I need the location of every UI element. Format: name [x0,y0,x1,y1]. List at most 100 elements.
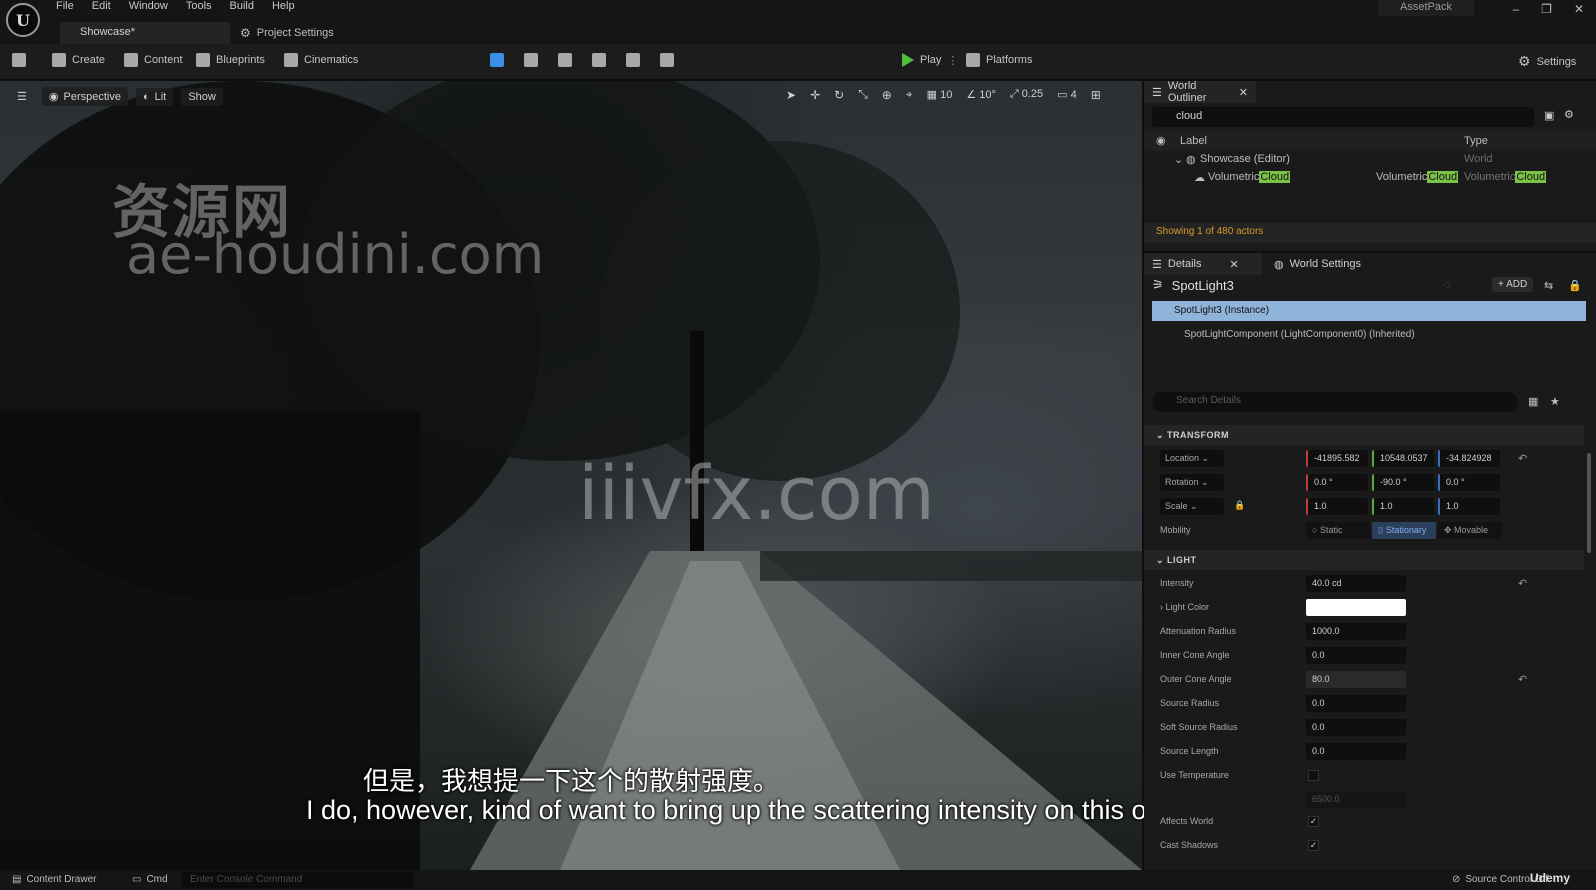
select-mode-icon[interactable] [490,53,504,67]
favorite-star-icon[interactable]: ★ [1550,395,1560,408]
reset-location-icon[interactable]: ↶ [1518,452,1527,465]
intensity-field[interactable]: 40.0 cd [1306,575,1406,592]
location-dropdown[interactable]: Location ⌄ [1160,450,1224,467]
paint-mode-icon[interactable] [592,53,606,67]
folder-add-icon[interactable]: ▣ [1544,109,1554,122]
visibility-eye-icon[interactable]: ◉ [1156,134,1166,147]
details-search-input[interactable]: Search Details [1152,392,1518,412]
soft-source-radius-field[interactable]: 0.0 [1306,719,1406,736]
location-z[interactable]: -34.824928 [1438,450,1500,467]
tab-world-outliner[interactable]: ☰ World Outliner ✕ [1144,80,1256,104]
scale-lock-icon[interactable]: 🔒 [1234,500,1245,511]
section-light[interactable]: ⌄ LIGHT [1144,550,1584,570]
details-scrollbar[interactable] [1587,453,1591,553]
content-drawer-button[interactable]: ▤ Content Drawer [12,874,96,885]
attenuation-radius-field[interactable]: 1000.0 [1306,623,1406,640]
cast-shadows-checkbox[interactable]: ✓ [1308,840,1319,851]
menu-help[interactable]: Help [272,0,295,13]
rotation-snap-button[interactable]: ∠ 10° [966,88,996,101]
play-options-icon[interactable]: ⋮ [947,54,958,67]
scale-tool-icon[interactable]: ⤡ [858,87,868,102]
surface-snap-icon[interactable]: ⌖ [906,87,913,102]
col-type[interactable]: Type [1464,135,1488,147]
source-length-field[interactable]: 0.0 [1306,743,1406,760]
grid-snap-button[interactable]: ▦ 10 [927,88,953,101]
blueprint-icon[interactable]: ◌ [1444,279,1451,291]
location-x[interactable]: -41895.582 [1306,450,1368,467]
component-row-spotlight[interactable]: SpotLightComponent (LightComponent0) (In… [1184,329,1415,340]
blueprints-button[interactable]: Blueprints [196,53,265,67]
select-tool-icon[interactable]: ➤ [786,88,796,102]
outer-cone-angle-field[interactable]: 80.0 [1306,671,1406,688]
outliner-settings-icon[interactable]: ⚙ [1564,108,1574,121]
tab-project-settings[interactable]: ⚙ Project Settings [236,22,338,44]
close-details-tab-icon[interactable]: ✕ [1230,258,1239,271]
light-color-swatch[interactable] [1306,599,1406,616]
close-window-icon[interactable]: ✕ [1574,2,1584,16]
rotate-tool-icon[interactable]: ↻ [834,88,844,102]
expand-chevron-icon[interactable]: ⌄ [1174,153,1183,166]
tab-showcase-level[interactable]: Showcase* [60,22,230,44]
tree-row-world[interactable]: ⌄ ◍ Showcase (Editor) World [1144,153,1596,170]
menu-file[interactable]: File [56,0,74,13]
col-label[interactable]: Label [1180,135,1207,147]
level-viewport[interactable]: ☰ ◉ Perspective ◐ Lit Show ➤ ✛ ↻ ⤡ ⊕ ⌖ ▦… [0,81,1142,870]
console-command-input[interactable]: Enter Console Command [182,872,414,888]
scale-y[interactable]: 1.0 [1372,498,1434,515]
reset-intensity-icon[interactable]: ↶ [1518,577,1527,590]
tab-details[interactable]: ☰ Details ✕ [1144,253,1262,275]
unreal-logo-icon[interactable]: U [6,3,40,37]
create-button[interactable]: Create [52,53,105,67]
mobility-static[interactable]: ○ Static [1306,522,1370,539]
translate-tool-icon[interactable]: ✛ [810,88,820,102]
modeling-mode-icon[interactable] [660,53,674,67]
use-temperature-checkbox[interactable] [1308,770,1319,781]
fracture-mode-icon[interactable] [626,53,640,67]
perspective-button[interactable]: ◉ Perspective [41,87,128,106]
landscape-mode-icon[interactable] [524,53,538,67]
restore-icon[interactable]: ❐ [1541,2,1552,16]
rotation-z[interactable]: 0.0 ° [1438,474,1500,491]
foliage-mode-icon[interactable] [558,53,572,67]
viewport-menu-button[interactable]: ☰ [10,87,34,106]
section-transform[interactable]: ⌄ TRANSFORM [1144,425,1584,445]
menu-build[interactable]: Build [230,0,254,13]
blueprint-convert-icon[interactable]: ⇆ [1544,279,1553,292]
tab-world-settings[interactable]: ◍ World Settings [1266,253,1369,275]
cinematics-button[interactable]: Cinematics [284,53,358,67]
save-button[interactable] [12,53,26,67]
location-y[interactable]: 10548.0537 [1372,450,1434,467]
affects-world-checkbox[interactable]: ✓ [1308,816,1319,827]
tree-row-volumetric-cloud[interactable]: ☁ VolumetricCloud VolumetricCloud Volume… [1144,171,1596,188]
inner-cone-angle-field[interactable]: 0.0 [1306,647,1406,664]
settings-button[interactable]: ⚙ Settings [1518,53,1576,70]
cmd-button[interactable]: ▭ Cmd [132,874,168,885]
platforms-button[interactable]: Platforms [966,53,1032,67]
rotation-x[interactable]: 0.0 ° [1306,474,1368,491]
play-button[interactable]: Play ⋮ [902,53,958,67]
grid-view-icon[interactable]: ▦ [1528,395,1538,408]
rotation-dropdown[interactable]: Rotation ⌄ [1160,474,1224,491]
scale-dropdown[interactable]: Scale ⌄ [1160,498,1224,515]
actor-name[interactable]: SpotLight3 [1172,278,1234,293]
scale-x[interactable]: 1.0 [1306,498,1368,515]
content-button[interactable]: Content [124,53,183,67]
menu-window[interactable]: Window [129,0,168,13]
scale-snap-button[interactable]: ⤢ 0.25 [1010,88,1043,101]
outliner-search-input[interactable]: cloud [1152,107,1534,127]
minimize-icon[interactable]: – [1512,2,1519,16]
world-space-icon[interactable]: ⊕ [882,88,892,102]
maximize-viewport-icon[interactable]: ⊞ [1091,88,1101,102]
mobility-stationary[interactable]: ⌷ Stationary [1372,522,1436,539]
lit-button[interactable]: ◐ Lit [135,87,174,106]
menu-edit[interactable]: Edit [92,0,111,13]
source-radius-field[interactable]: 0.0 [1306,695,1406,712]
add-component-button[interactable]: + ADD [1492,277,1534,292]
lock-icon[interactable]: 🔒 [1568,279,1582,292]
temperature-field[interactable]: 6500.0 [1306,791,1406,808]
close-tab-icon[interactable]: ✕ [1239,86,1248,99]
rotation-y[interactable]: -90.0 ° [1372,474,1434,491]
show-button[interactable]: Show [181,87,223,106]
camera-speed-button[interactable]: ▭ 4 [1057,88,1077,101]
reset-outer-cone-icon[interactable]: ↶ [1518,673,1527,686]
